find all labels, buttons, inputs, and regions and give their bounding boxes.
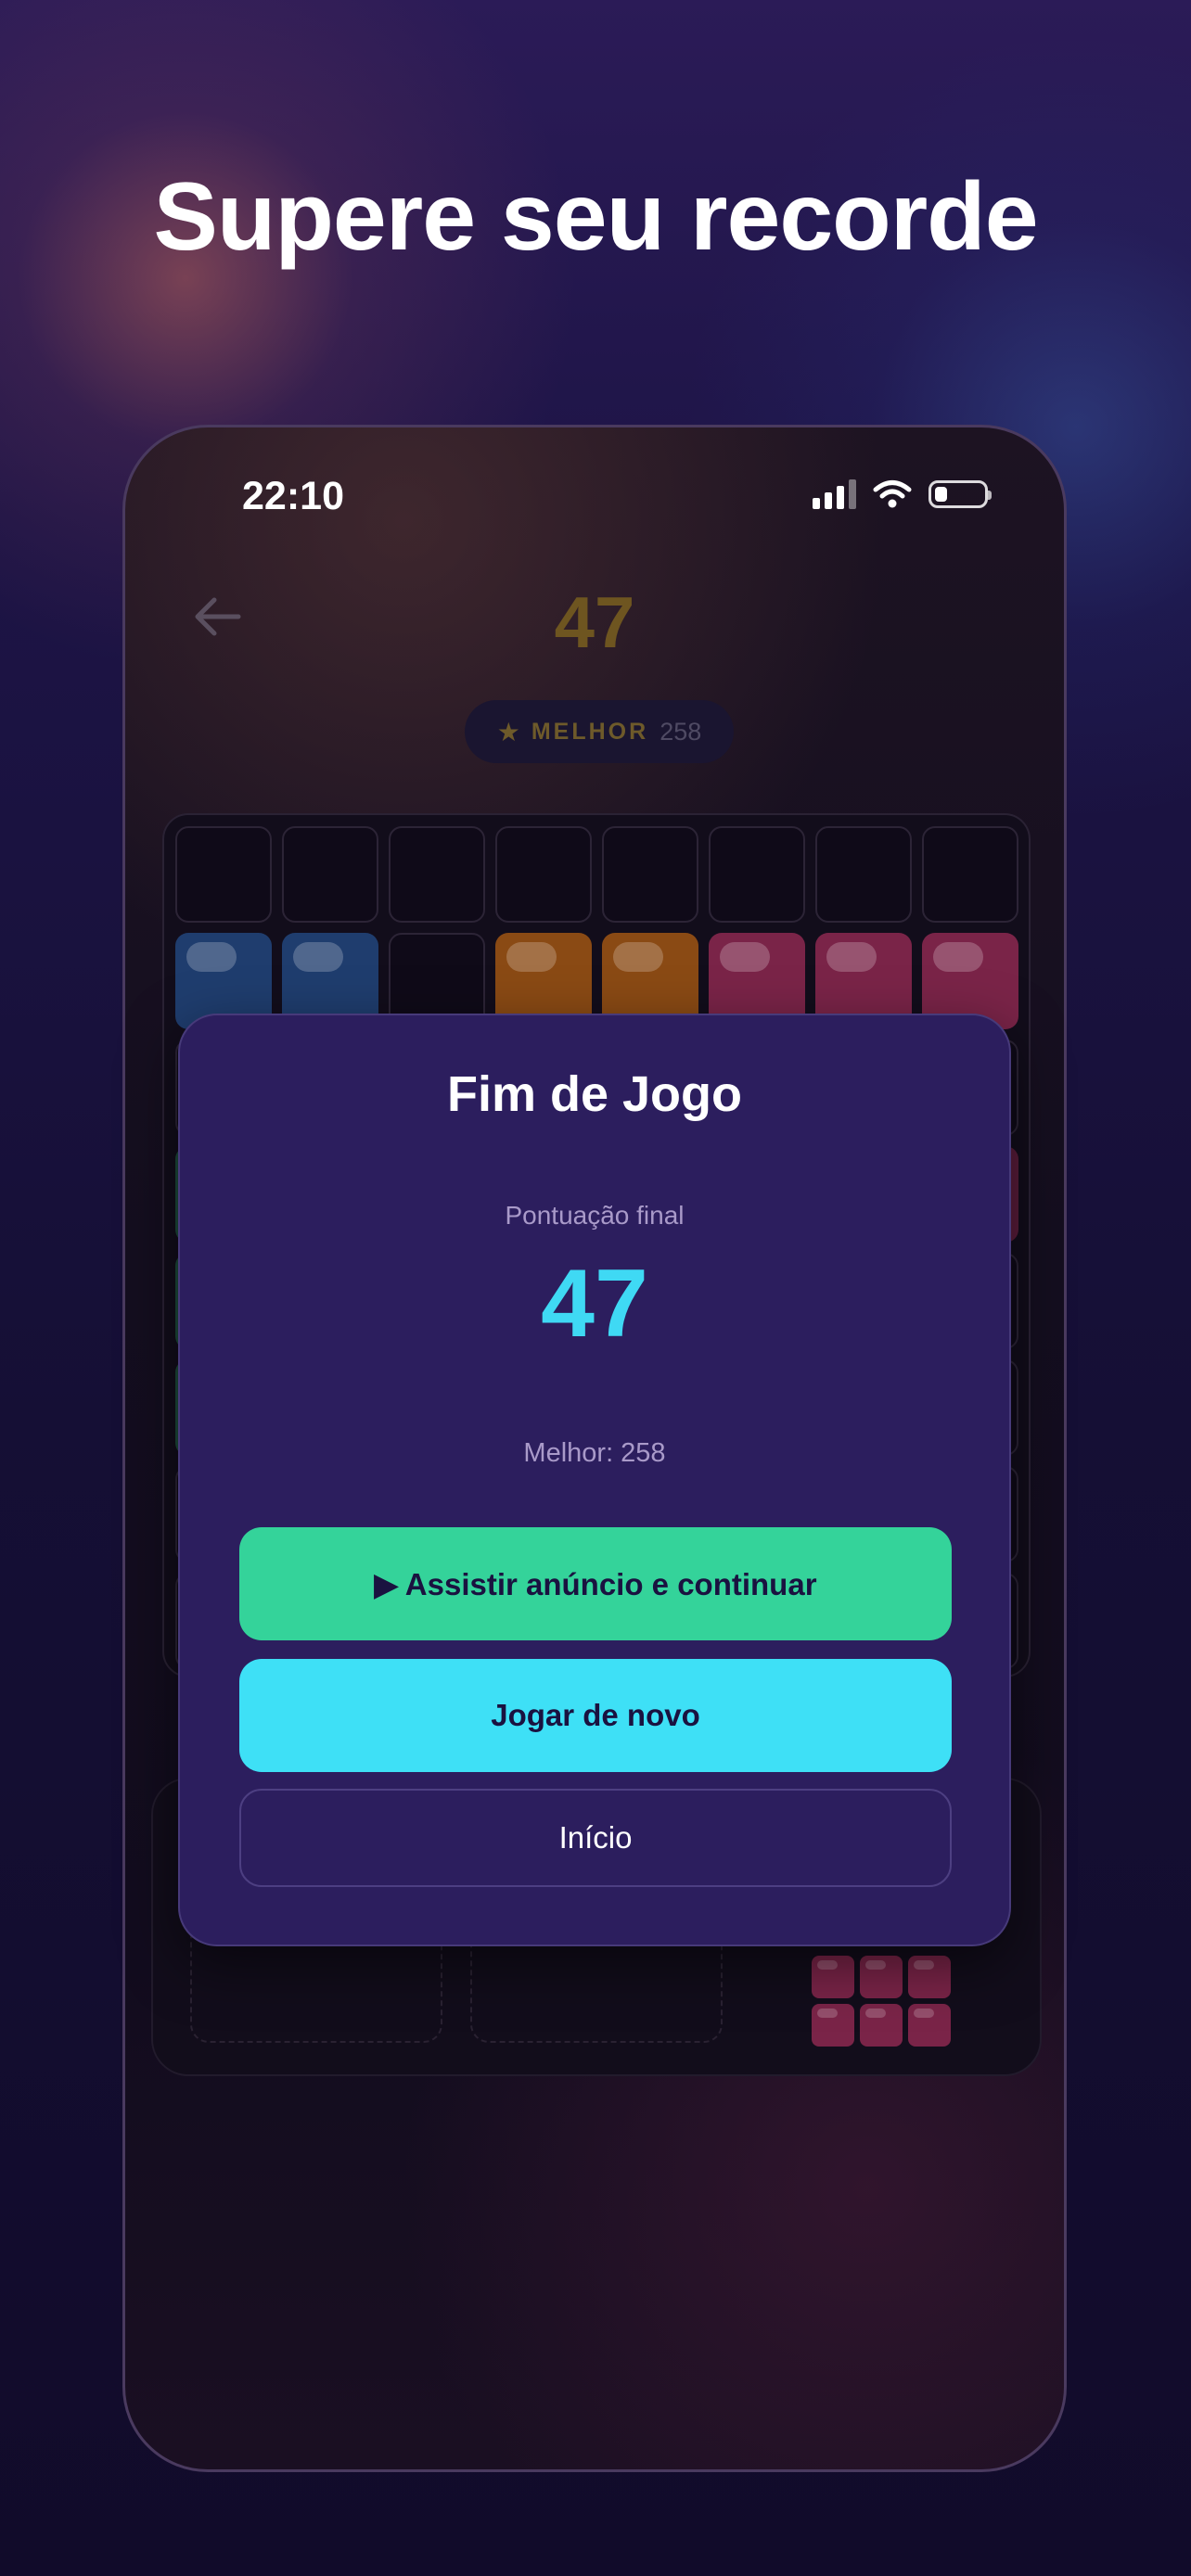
status-icons	[813, 479, 992, 509]
board-cell	[389, 826, 485, 923]
game-over-dialog: Fim de Jogo Pontuação final 47 Melhor: 2…	[178, 1014, 1011, 1946]
best-value: 258	[660, 717, 702, 746]
battery-icon	[928, 480, 992, 508]
home-button[interactable]: Início	[239, 1789, 952, 1887]
board-cell	[709, 826, 805, 923]
headline: Supere seu recorde	[153, 163, 1038, 271]
cellular-signal-icon	[813, 479, 856, 509]
star-icon: ★	[496, 717, 520, 746]
board-cell	[815, 826, 912, 923]
board-cell	[282, 826, 378, 923]
wifi-icon	[873, 480, 912, 508]
game-score: 47	[554, 581, 635, 663]
watch-ad-continue-button[interactable]: ▶ Assistir anúncio e continuar	[239, 1527, 952, 1640]
play-again-button[interactable]: Jogar de novo	[239, 1659, 952, 1772]
board-cell	[495, 826, 592, 923]
board-cell	[922, 826, 1018, 923]
dialog-title: Fim de Jogo	[446, 1066, 742, 1122]
board-cell	[175, 826, 272, 923]
best-score-text: Melhor: 258	[523, 1438, 666, 1468]
best-label: MELHOR	[531, 718, 649, 745]
board-cell	[602, 826, 698, 923]
status-time: 22:10	[242, 474, 344, 518]
best-score-pill: ★ MELHOR 258	[465, 700, 734, 763]
final-score-label: Pontuação final	[505, 1201, 685, 1230]
final-score: 47	[541, 1250, 648, 1358]
